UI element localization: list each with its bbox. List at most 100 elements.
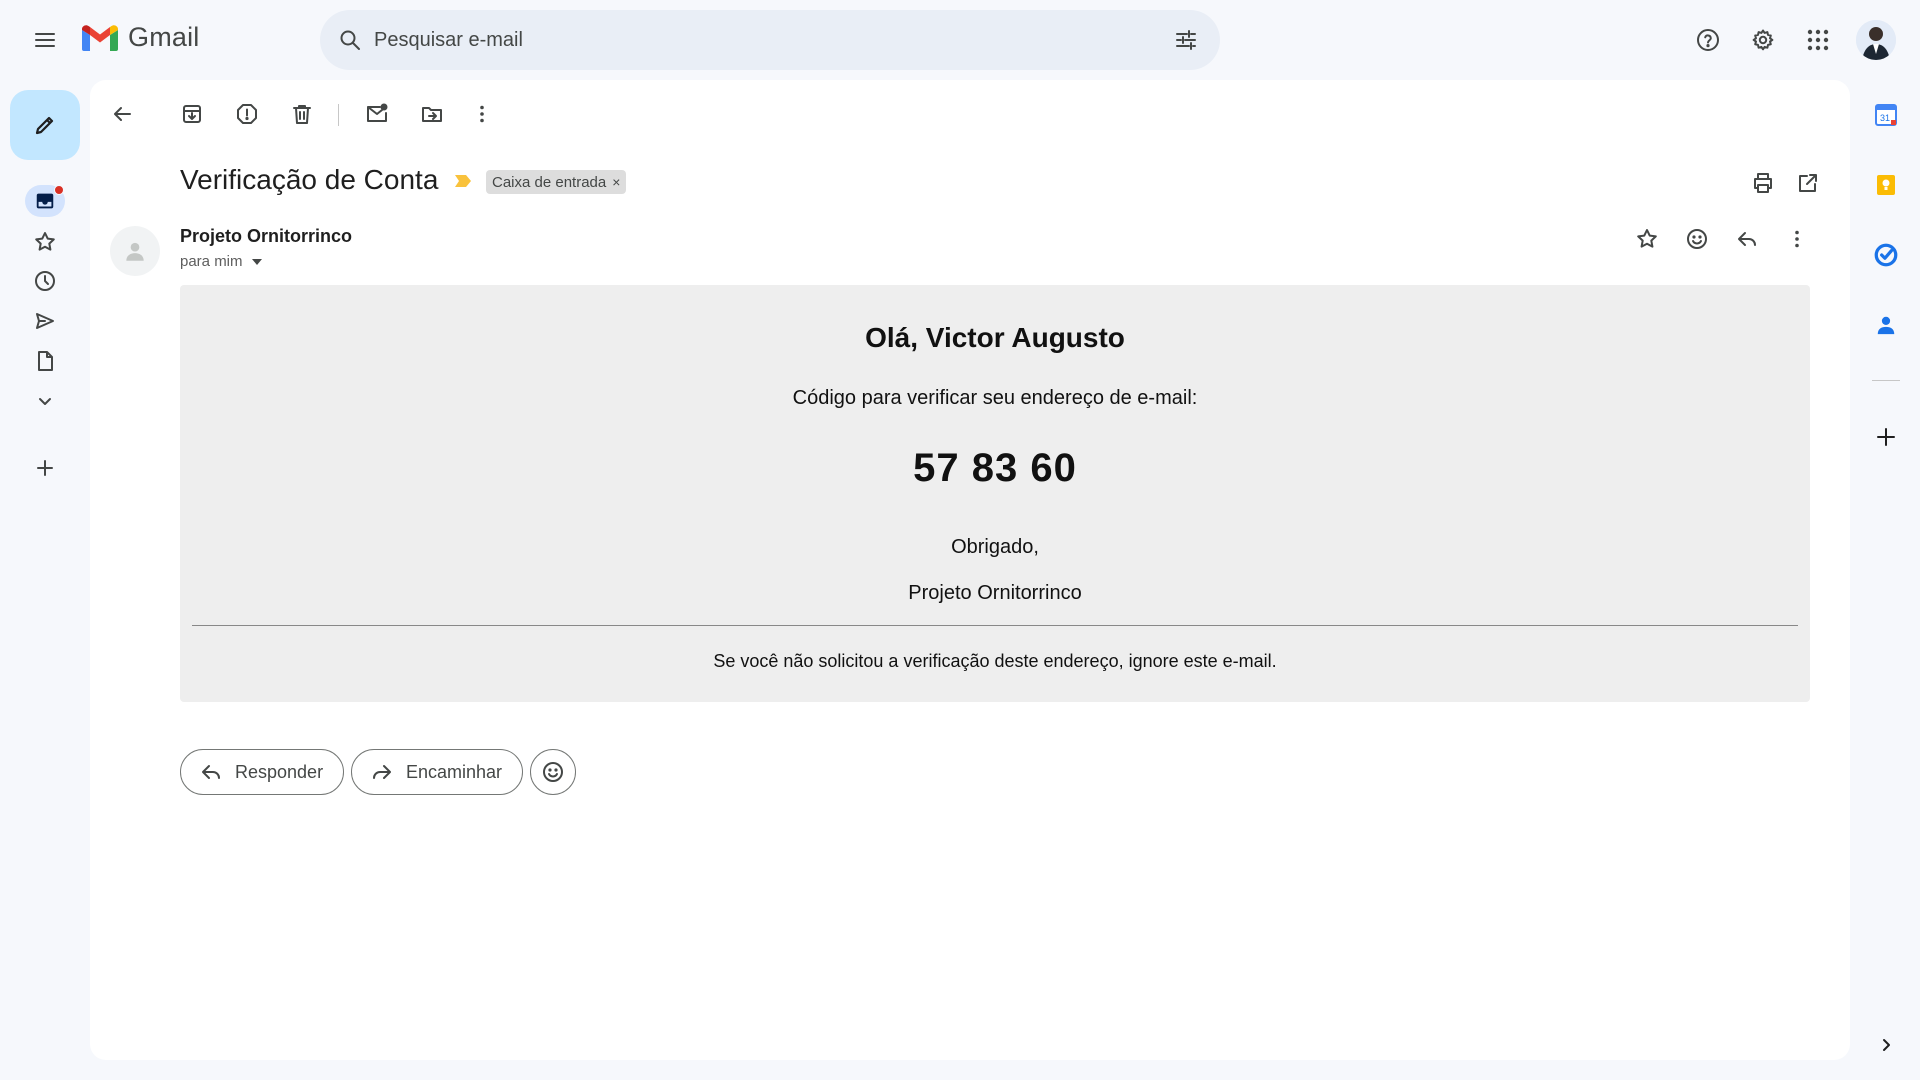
star-message-button[interactable] [1627,219,1667,259]
reply-icon [1738,232,1756,246]
open-in-new-window-button[interactable] [1788,163,1828,203]
plus-icon [37,460,53,476]
gmail-logo-icon [82,24,118,51]
keep-app-button[interactable] [1866,165,1906,205]
reply-button[interactable] [1727,219,1767,259]
open-in-new-icon [1799,174,1817,192]
remove-label-button[interactable]: × [612,174,620,190]
email-thanks: Obrigado, [951,536,1039,558]
account-avatar[interactable] [1856,20,1896,60]
importance-marker[interactable] [454,174,472,188]
archive-button[interactable] [172,94,212,134]
tasks-icon [1874,243,1898,267]
star-icon [35,232,55,251]
email-body: Olá, Victor Augusto Código para verifica… [180,285,1810,702]
contacts-app-button[interactable] [1866,305,1906,345]
apps-icon [1807,29,1829,51]
draft-icon [38,351,53,371]
calendar-day-label: 31 [1880,113,1890,123]
search-input[interactable] [374,20,1134,60]
top-header: Gmail [0,0,1920,80]
delete-button[interactable] [282,94,322,134]
emoji-reaction-button[interactable] [530,749,576,795]
email-greeting: Olá, Victor Augusto [865,322,1125,353]
forward-pill-button[interactable]: Encaminhar [351,749,524,795]
compose-button[interactable] [10,90,80,160]
emoji-icon [1687,229,1707,249]
forward-icon [373,765,391,779]
forward-label: Encaminhar [406,761,503,782]
plus-icon [1877,428,1895,446]
reply-label: Responder [235,761,324,782]
contacts-icon [1877,316,1895,335]
toolbar-separator [338,104,339,126]
rail-more[interactable] [25,385,65,417]
rail-starred[interactable] [25,226,65,258]
avatar-image [1856,20,1896,60]
email-instruction: Código para verificar seu endereço de e-… [792,387,1198,409]
rail-drafts[interactable] [25,345,65,377]
sender-avatar [110,226,160,276]
unread-indicator [54,185,64,195]
emoji-icon [543,762,563,782]
add-reaction-button[interactable] [1677,219,1717,259]
message-more-button[interactable] [1777,219,1817,259]
more-vert-icon [480,105,484,123]
print-icon [1754,173,1772,193]
help-button[interactable] [1684,16,1732,64]
help-icon [1697,29,1719,51]
main-menu-button[interactable] [21,16,69,64]
email-footer-note: Se você não solicitou a verificação dest… [713,651,1277,671]
settings-icon [1752,29,1774,51]
gmail-logo[interactable]: Gmail [80,22,200,53]
rail-sent[interactable] [25,305,65,337]
google-apps-button[interactable] [1794,16,1842,64]
sender-name[interactable]: Projeto Ornitorrinco [180,226,352,247]
rail-snoozed[interactable] [25,265,65,297]
search-bar [320,10,1220,70]
menu-icon [35,33,55,47]
back-arrow-icon [114,107,131,121]
more-options-button[interactable] [462,94,502,134]
email-signature: Projeto Ornitorrinco [908,582,1082,604]
back-button[interactable] [102,94,142,134]
recipient-text: para mim [180,253,243,270]
trash-icon [293,105,311,124]
verification-code: 57 83 60 [913,446,1077,490]
get-addons-button[interactable] [1866,417,1906,457]
app-name: Gmail [128,22,200,52]
more-vert-icon [1795,230,1799,248]
chevron-right-icon [1883,1039,1890,1051]
search-options-button[interactable] [1170,24,1202,56]
tune-icon [1176,30,1196,50]
message-panel: Verificação de Conta Caixa de entrada × … [90,80,1850,1060]
print-button[interactable] [1743,163,1783,203]
rail-create-label[interactable] [25,452,65,484]
chevron-down-icon [39,398,51,405]
caret-down-icon [251,258,262,265]
label-chip-text: Caixa de entrada [492,173,607,191]
person-icon [126,242,144,261]
report-spam-button[interactable] [227,94,267,134]
report-spam-icon [237,104,257,124]
settings-button[interactable] [1739,16,1787,64]
tasks-app-button[interactable] [1866,235,1906,275]
mark-unread-icon [367,103,388,122]
search-icon [340,30,360,50]
email-subject: Verificação de Conta [180,164,439,195]
reply-pill-button[interactable]: Responder [180,749,345,795]
important-marker-icon [455,175,471,187]
star-icon [1637,229,1657,248]
email-divider [192,625,1798,626]
reply-icon [202,765,220,779]
mark-unread-button[interactable] [357,94,397,134]
calendar-app-button[interactable]: 31 [1866,95,1906,135]
recipient-details-toggle[interactable]: para mim [180,253,263,270]
search-button[interactable] [334,24,366,56]
label-chip[interactable]: Caixa de entrada × [486,170,627,194]
show-side-panel-button[interactable] [1866,1025,1906,1065]
calendar-icon: 31 [1875,104,1897,126]
archive-icon [183,105,201,123]
pencil-icon [35,116,54,135]
move-to-button[interactable] [412,94,452,134]
